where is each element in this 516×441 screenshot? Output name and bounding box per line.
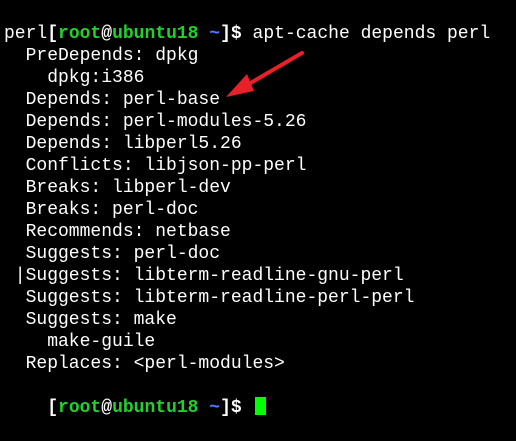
prompt-open-bracket: [: [47, 24, 59, 44]
terminal-window[interactable]: [root@ubuntu18 ~]$ apt-cache depends per…: [4, 1, 514, 418]
output-line-depends-perl-base: Depends: perl-base: [4, 90, 221, 110]
output-line-breaks: Breaks: libperl-dev: [4, 178, 231, 198]
output-line-alt: make-guile: [4, 332, 156, 352]
prompt-host: ubuntu18: [112, 398, 199, 418]
text-cursor[interactable]: [254, 397, 266, 415]
output-line-suggests-or: |Suggests: libterm-readline-gnu-perl: [4, 266, 404, 286]
prompt-symbol: $: [230, 24, 242, 44]
prompt-user: root: [58, 398, 102, 418]
output-line-breaks: Breaks: perl-doc: [4, 200, 199, 220]
prompt-at: @: [101, 24, 113, 44]
output-line-conflicts: Conflicts: libjson-pp-perl: [4, 156, 307, 176]
prompt-open-bracket: [: [47, 398, 59, 418]
output-line-package: perl: [4, 24, 48, 44]
command-text: apt-cache depends perl: [252, 24, 491, 44]
output-line-depends: Depends: libperl5.26: [4, 134, 242, 154]
prompt-close-bracket: ]: [220, 398, 231, 418]
prompt-path: ~: [209, 398, 221, 418]
output-line-suggests: Suggests: libterm-readline-perl-perl: [4, 288, 415, 308]
output-line-suggests: Suggests: make: [4, 310, 177, 330]
prompt-path: ~: [209, 24, 221, 44]
output-line-recommends: Recommends: netbase: [4, 222, 231, 242]
output-line-replaces: Replaces: <perl-modules>: [4, 354, 285, 374]
prompt-symbol: $: [230, 398, 242, 418]
prompt-at: @: [101, 398, 113, 418]
output-line-depends: Depends: perl-modules-5.26: [4, 112, 307, 132]
prompt-user: root: [58, 24, 102, 44]
output-line-alt: dpkg:i386: [4, 68, 145, 88]
prompt-host: ubuntu18: [112, 24, 199, 44]
command-line: [root@ubuntu18 ~]$ apt-cache depends per…: [4, 1, 490, 44]
active-prompt-line[interactable]: [root@ubuntu18 ~]$: [4, 375, 266, 418]
output-line-suggests: Suggests: perl-doc: [4, 244, 221, 264]
prompt-close-bracket: ]: [220, 24, 231, 44]
output-line-predepends: PreDepends: dpkg: [4, 46, 199, 66]
